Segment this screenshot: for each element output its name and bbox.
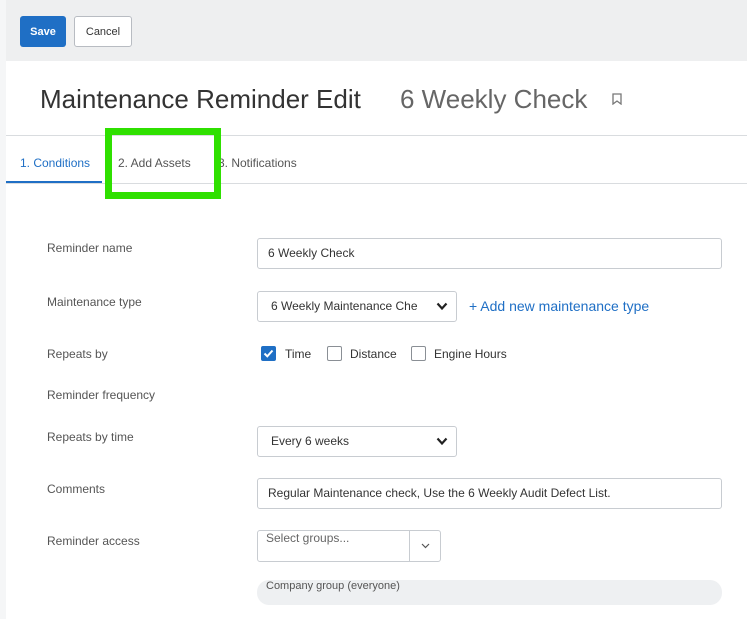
cancel-button[interactable]: Cancel: [74, 16, 132, 47]
comments-label: Comments: [47, 482, 106, 496]
maintenance-type-label: Maintenance type: [47, 295, 142, 309]
reminder-access-label: Reminder access: [47, 534, 140, 548]
tab-notifications[interactable]: 3. Notifications: [218, 156, 297, 170]
repeats-by-time-value: Every 6 weeks: [271, 434, 350, 448]
company-group-chip: Company group (everyone): [257, 580, 722, 605]
bookmark-icon[interactable]: [612, 93, 622, 105]
page-subtitle: 6 Weekly Check: [400, 84, 588, 114]
engine-hours-checkbox[interactable]: [411, 346, 426, 361]
groups-select-placeholder: Select groups...: [266, 531, 350, 545]
add-maintenance-type-link[interactable]: + Add new maintenance type: [469, 298, 649, 314]
tabs-divider-top: [6, 135, 747, 136]
time-checkbox-label: Time: [285, 347, 312, 361]
comments-input[interactable]: Regular Maintenance check, Use the 6 Wee…: [257, 478, 722, 509]
chevron-down-icon[interactable]: [421, 543, 430, 549]
engine-hours-checkbox-label: Engine Hours: [434, 347, 507, 361]
maintenance-type-value: 6 Weekly Maintenance Che: [271, 299, 418, 313]
checkmark-icon: [263, 349, 274, 358]
repeats-by-time-select[interactable]: Every 6 weeks: [257, 426, 457, 457]
groups-select[interactable]: Select groups...: [257, 530, 441, 562]
distance-checkbox[interactable]: [327, 346, 342, 361]
tab-add-assets[interactable]: 2. Add Assets: [118, 156, 191, 170]
reminder-name-label: Reminder name: [47, 241, 133, 255]
reminder-name-input[interactable]: 6 Weekly Check: [257, 238, 722, 269]
groups-select-divider: [409, 531, 410, 561]
repeats-by-label: Repeats by: [47, 347, 108, 361]
reminder-frequency-label: Reminder frequency: [47, 388, 156, 402]
tabs-divider-bottom: [6, 183, 747, 184]
chevron-down-icon: [436, 302, 448, 311]
maintenance-type-select[interactable]: 6 Weekly Maintenance Che: [257, 291, 457, 322]
distance-checkbox-label: Distance: [350, 347, 397, 361]
repeats-by-time-label: Repeats by time: [47, 430, 134, 444]
chevron-down-icon: [436, 437, 448, 446]
tab-conditions[interactable]: 1. Conditions: [20, 156, 90, 170]
page-title: Maintenance Reminder Edit: [40, 84, 361, 114]
save-button[interactable]: Save: [20, 16, 66, 47]
time-checkbox[interactable]: [261, 346, 276, 361]
